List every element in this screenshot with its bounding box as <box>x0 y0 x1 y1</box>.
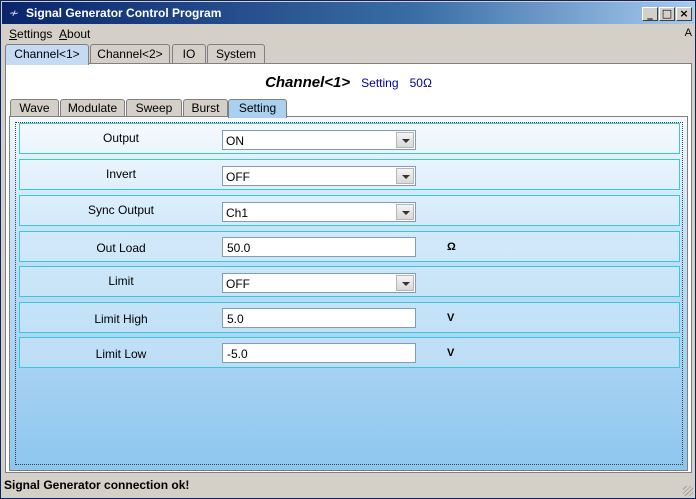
limit-label: Limit <box>108 274 134 288</box>
setting-row-limit: Limit OFF <box>19 266 680 297</box>
chevron-down-icon[interactable] <box>396 275 414 291</box>
status-message: Signal Generator connection ok! <box>4 478 190 492</box>
output-select[interactable]: ON <box>222 130 416 150</box>
resize-grip[interactable] <box>683 486 693 496</box>
close-button[interactable]: × <box>676 7 692 21</box>
settings-panel: Output ON Invert OFF Sync Output Ch1 Out… <box>9 116 688 471</box>
tab-system[interactable]: System <box>207 44 265 64</box>
menu-settings-label: ettings <box>17 27 53 41</box>
invert-select[interactable]: OFF <box>222 166 416 186</box>
limit-low-input[interactable]: -5.0 <box>222 343 416 363</box>
limit-low-label: Limit Low <box>95 347 147 361</box>
tab-sweep[interactable]: Sweep <box>126 99 182 117</box>
main-window: ≁ Signal Generator Control Program _ □ ×… <box>0 0 696 499</box>
limit-value: OFF <box>226 277 250 291</box>
menu-settings-accel: S <box>9 27 18 41</box>
tab-setting[interactable]: Setting <box>228 99 287 118</box>
tab-wave[interactable]: Wave <box>10 99 59 117</box>
output-value: ON <box>226 134 244 148</box>
chevron-down-icon[interactable] <box>396 204 414 220</box>
sync-output-label: Sync Output <box>87 203 155 217</box>
menu-settings[interactable]: Settings <box>9 27 52 41</box>
out-load-unit: Ω <box>447 241 456 253</box>
out-load-label: Out Load <box>96 241 146 255</box>
sync-output-value: Ch1 <box>226 206 249 220</box>
tab-modulate[interactable]: Modulate <box>60 99 125 117</box>
limit-low-unit: V <box>447 347 455 359</box>
setting-row-limit-low: Limit Low -5.0 V <box>19 337 680 368</box>
tab-channel-1[interactable]: Channel<1> <box>5 44 89 65</box>
menu-corner-indicator: A <box>684 27 692 39</box>
menu-about-accel: A <box>59 27 68 41</box>
setting-row-invert: Invert OFF <box>19 159 680 190</box>
menu-bar: Settings About A <box>1 25 695 43</box>
chevron-down-icon[interactable] <box>396 132 414 148</box>
channel-load: 50Ω <box>409 76 432 90</box>
channel-title: Channel<1> <box>265 74 351 91</box>
tab-burst[interactable]: Burst <box>183 99 228 117</box>
channel-header: Channel<1> Setting 50Ω <box>6 74 691 91</box>
setting-row-limit-high: Limit High 5.0 V <box>19 302 680 333</box>
setting-row-out-load: Out Load 50.0 Ω <box>19 231 680 262</box>
settings-frame: Output ON Invert OFF Sync Output Ch1 Out… <box>15 122 683 465</box>
sync-output-select[interactable]: Ch1 <box>222 202 416 222</box>
tab-io[interactable]: IO <box>172 44 206 64</box>
title-bar[interactable]: ≁ Signal Generator Control Program _ □ × <box>2 2 694 24</box>
waveform-icon: ≁ <box>8 6 20 20</box>
output-label: Output <box>102 131 140 145</box>
limit-high-label: Limit High <box>94 312 148 326</box>
setting-row-output: Output ON <box>19 123 680 154</box>
window-title: Signal Generator Control Program <box>26 6 222 20</box>
channel-mode: Setting <box>361 76 399 90</box>
limit-select[interactable]: OFF <box>222 273 416 293</box>
tab-channel-2[interactable]: Channel<2> <box>90 44 170 64</box>
menu-about[interactable]: About <box>59 27 90 41</box>
invert-value: OFF <box>226 170 250 184</box>
chevron-down-icon[interactable] <box>396 168 414 184</box>
limit-high-input[interactable]: 5.0 <box>222 308 416 328</box>
invert-label: Invert <box>105 167 136 181</box>
out-load-input[interactable]: 50.0 <box>222 237 416 257</box>
setting-row-sync-output: Sync Output Ch1 <box>19 195 680 226</box>
maximize-button[interactable]: □ <box>659 7 675 21</box>
limit-high-unit: V <box>447 312 455 324</box>
menu-about-label: bout <box>67 27 91 41</box>
minimize-button[interactable]: _ <box>642 7 658 21</box>
